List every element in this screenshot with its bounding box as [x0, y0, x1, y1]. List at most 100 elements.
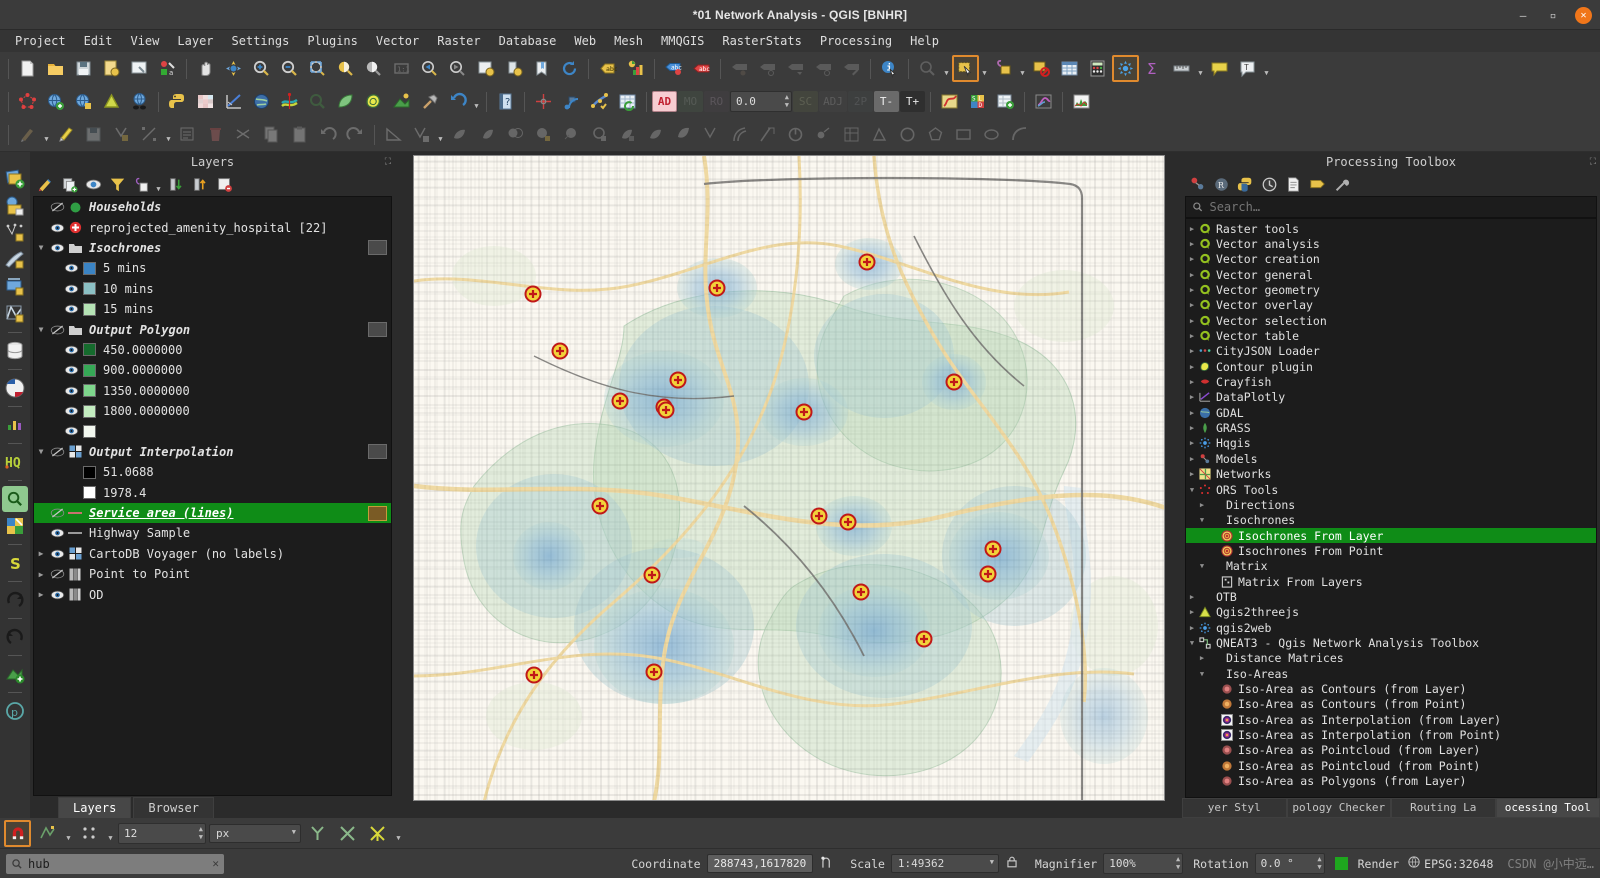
expander-icon[interactable]: ▶ [1186, 347, 1198, 355]
merge-features-icon[interactable] [502, 121, 529, 148]
vertex-editor-icon[interactable] [838, 121, 865, 148]
processing-panel-close-icon[interactable]: ⛶ [1590, 157, 1596, 167]
new-print-layout-icon[interactable] [126, 55, 153, 82]
close-button[interactable]: ✕ [1575, 7, 1592, 24]
hospital-marker[interactable] [525, 287, 540, 302]
open-layer-styling-icon[interactable] [34, 173, 56, 195]
log-icon[interactable] [1282, 173, 1304, 195]
processing-item[interactable]: Iso-Area as Polygons (from Layer) [1186, 773, 1596, 788]
zoom-last-icon[interactable] [416, 55, 443, 82]
expander-icon[interactable]: ▼ [1196, 516, 1208, 524]
angle-spin-arrows[interactable]: ▲▼ [785, 93, 789, 109]
expander-icon[interactable]: ▶ [1186, 455, 1198, 463]
add-mesh-layer-icon[interactable] [2, 301, 28, 327]
expander-icon[interactable]: ▶ [1186, 470, 1198, 478]
layer-visibility-toggle[interactable] [48, 548, 66, 560]
pan-to-selection-icon[interactable] [220, 55, 247, 82]
visible-eye-icon[interactable] [64, 425, 79, 437]
save-project-icon[interactable] [70, 55, 97, 82]
processing-item[interactable]: ▼Matrix [1186, 559, 1596, 574]
curve-tool-icon[interactable] [1006, 121, 1033, 148]
snap-tolerance-arrows[interactable]: ▲▼ [199, 825, 203, 841]
visible-eye-icon[interactable] [64, 303, 79, 315]
expander-icon[interactable]: ▼ [1186, 486, 1198, 494]
minimize-button[interactable]: – [1515, 7, 1531, 23]
route-plugin-icon[interactable] [936, 88, 963, 115]
edit-model-icon[interactable] [1306, 173, 1328, 195]
visible-eye-icon[interactable] [50, 242, 65, 254]
expander-icon[interactable]: ▼ [1196, 670, 1208, 678]
ro-button[interactable]: RO [704, 91, 729, 112]
processing-item[interactable]: ▶Vector table [1186, 328, 1596, 343]
processing-item[interactable]: ▶qgis2web [1186, 620, 1596, 635]
new-text-annotation-icon[interactable]: T [1234, 55, 1261, 82]
add-table-icon[interactable] [992, 88, 1019, 115]
menu-item-mmqgis[interactable]: MMQGIS [652, 32, 713, 50]
satellite-plugin-icon[interactable] [558, 88, 585, 115]
snapping-vertex-caret-icon[interactable]: ▼ [64, 820, 73, 847]
offset-point-symbol-icon[interactable] [810, 121, 837, 148]
hqgis-plugin-icon[interactable]: HQ [2, 449, 28, 475]
python-console-icon[interactable] [164, 88, 191, 115]
rotation-arrows[interactable]: ▲▼ [1317, 855, 1321, 871]
undo-edit-icon[interactable] [314, 121, 341, 148]
processing-item[interactable]: ▼Isochrones [1186, 513, 1596, 528]
remove-layer-icon[interactable] [213, 173, 235, 195]
layer-visibility-toggle[interactable] [62, 283, 80, 295]
hidden-eye-icon[interactable] [50, 324, 65, 336]
vertex-tool-caret-icon[interactable]: ▼ [164, 121, 173, 148]
hidden-eye-icon[interactable] [50, 446, 65, 458]
paste-features-icon[interactable] [286, 121, 313, 148]
current-edits-caret-icon[interactable]: ▼ [42, 121, 51, 148]
menu-item-web[interactable]: Web [565, 32, 605, 50]
processing-item[interactable]: ▶Directions [1186, 497, 1596, 512]
hospital-marker[interactable] [552, 344, 567, 359]
undo-plugin-icon[interactable] [444, 88, 471, 115]
menu-item-processing[interactable]: Processing [811, 32, 901, 50]
expander-icon[interactable]: ▶ [1186, 332, 1198, 340]
menu-item-vector[interactable]: Vector [367, 32, 428, 50]
processing-item[interactable]: Iso-Area as Contours (from Point) [1186, 697, 1596, 712]
add-delimited-text-layer-icon[interactable] [2, 220, 28, 246]
color-grid-icon[interactable] [192, 88, 219, 115]
label-toolbar-icon[interactable]: abc [594, 55, 621, 82]
digitize-shape-icon[interactable] [866, 121, 893, 148]
layer-row[interactable]: 1350.0000000 [34, 381, 391, 401]
undo-circular-icon[interactable] [2, 624, 28, 650]
clear-icon[interactable]: ✕ [212, 857, 219, 870]
expander-icon[interactable]: ▼ [1186, 639, 1198, 647]
rotate-feature-icon[interactable] [558, 121, 585, 148]
layer-row[interactable]: 5 mins [34, 258, 391, 278]
filter-expression-icon[interactable] [130, 173, 152, 195]
sld-plugin-icon[interactable]: SLD [964, 88, 991, 115]
self-snap-caret-icon[interactable]: ▼ [394, 820, 403, 847]
options-icon[interactable] [1330, 173, 1352, 195]
delete-selected-icon[interactable] [202, 121, 229, 148]
layer-row[interactable]: Households [34, 197, 391, 217]
expander-icon[interactable]: ▶ [1186, 271, 1198, 279]
select-by-expression-icon[interactable] [990, 55, 1017, 82]
hidden-eye-icon[interactable] [50, 568, 65, 580]
processing-item[interactable]: ▶Distance Matrices [1186, 651, 1596, 666]
new-project-icon[interactable] [14, 55, 41, 82]
pin-labels-icon[interactable]: abc [688, 55, 715, 82]
layer-row[interactable]: 10 mins [34, 279, 391, 299]
processing-item[interactable]: ▶Hqgis [1186, 436, 1596, 451]
statistics-plugin-icon[interactable] [2, 412, 28, 438]
data-source-manager-icon[interactable] [2, 338, 28, 364]
copy-features-icon[interactable] [258, 121, 285, 148]
search-layers-plugin-icon[interactable] [2, 486, 28, 512]
expander-icon[interactable]: ▶ [1186, 608, 1198, 616]
add-feature-icon[interactable] [108, 121, 135, 148]
expander-icon[interactable]: ▶ [34, 590, 48, 599]
processing-item-selected[interactable]: Isochrones From Layer [1186, 528, 1596, 543]
layers-tree[interactable]: Householdsreprojected_amenity_hospital [… [33, 196, 392, 796]
processing-item[interactable]: ▶Vector geometry [1186, 282, 1596, 297]
visible-eye-icon[interactable] [64, 262, 79, 274]
hospital-marker[interactable] [853, 585, 868, 600]
annotation-caret-icon[interactable]: ▼ [1262, 55, 1271, 82]
move-label-icon[interactable] [754, 55, 781, 82]
hospital-marker[interactable] [646, 665, 661, 680]
zoom-next-icon[interactable] [444, 55, 471, 82]
expander-icon[interactable]: ▶ [1186, 240, 1198, 248]
